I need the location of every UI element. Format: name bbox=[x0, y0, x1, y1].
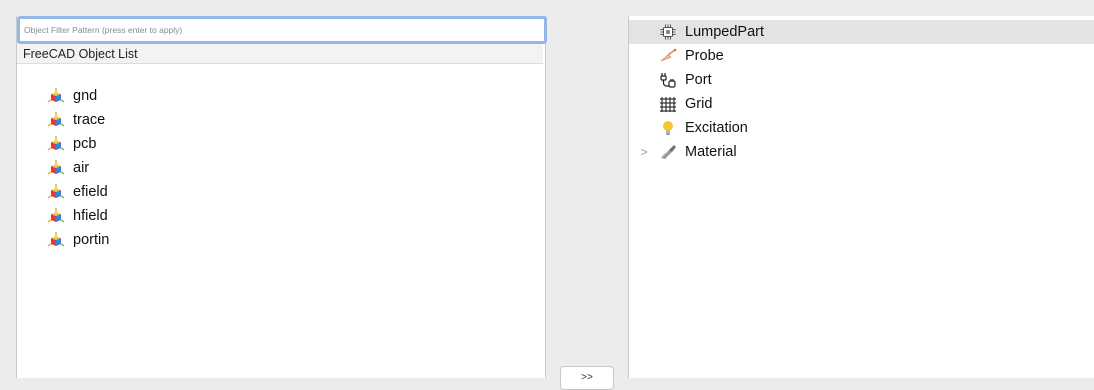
list-item[interactable]: pcb bbox=[17, 132, 543, 156]
list-item-label: portin bbox=[73, 232, 110, 248]
move-right-button[interactable]: >> bbox=[560, 366, 614, 390]
port-icon bbox=[659, 71, 677, 89]
list-item[interactable]: hfield bbox=[17, 204, 543, 228]
tree-item-label: Port bbox=[685, 72, 712, 88]
object-list: gnd trace pcb air efield hfield portin bbox=[17, 84, 543, 252]
tree-item-label: Excitation bbox=[685, 120, 748, 136]
freecad-part-icon bbox=[47, 135, 65, 153]
freecad-part-icon bbox=[47, 207, 65, 225]
tree-item-material[interactable]: > Material bbox=[629, 140, 1094, 164]
tree-item-probe[interactable]: Probe bbox=[629, 44, 1094, 68]
probe-icon bbox=[659, 47, 677, 65]
grid-icon bbox=[659, 95, 677, 113]
freecad-part-icon bbox=[47, 231, 65, 249]
object-list-header: FreeCAD Object List bbox=[17, 44, 543, 64]
tree-item-label: LumpedPart bbox=[685, 24, 764, 40]
list-item-label: efield bbox=[73, 184, 108, 200]
expand-arrow-icon[interactable]: > bbox=[637, 144, 651, 160]
freecad-part-icon bbox=[47, 111, 65, 129]
tree-item-excitation[interactable]: Excitation bbox=[629, 116, 1094, 140]
material-icon bbox=[659, 143, 677, 161]
list-item-label: hfield bbox=[73, 208, 108, 224]
object-filter-input[interactable] bbox=[17, 16, 547, 44]
lightbulb-icon bbox=[659, 119, 677, 137]
tree-item-grid[interactable]: Grid bbox=[629, 92, 1094, 116]
list-item[interactable]: trace bbox=[17, 108, 543, 132]
chip-icon bbox=[659, 23, 677, 41]
settings-tree: LumpedPart Probe Port Grid Excitation > … bbox=[629, 20, 1094, 164]
freecad-part-icon bbox=[47, 87, 65, 105]
freecad-object-list-panel: FreeCAD Object List gnd trace pcb air ef… bbox=[16, 16, 547, 378]
list-item[interactable]: gnd bbox=[17, 84, 543, 108]
list-item-label: pcb bbox=[73, 136, 97, 152]
list-item[interactable]: efield bbox=[17, 180, 543, 204]
tree-item-label: Material bbox=[685, 144, 737, 160]
tree-item-port[interactable]: Port bbox=[629, 68, 1094, 92]
tree-item-label: Probe bbox=[685, 48, 724, 64]
freecad-part-icon bbox=[47, 183, 65, 201]
list-item[interactable]: air bbox=[17, 156, 543, 180]
tree-item-lumpedpart[interactable]: LumpedPart bbox=[629, 20, 1094, 44]
list-item[interactable]: portin bbox=[17, 228, 543, 252]
tree-item-label: Grid bbox=[685, 96, 713, 112]
list-item-label: air bbox=[73, 160, 90, 176]
list-item-label: gnd bbox=[73, 88, 98, 104]
list-item-label: trace bbox=[73, 112, 106, 128]
settings-tree-panel: LumpedPart Probe Port Grid Excitation > … bbox=[628, 16, 1094, 378]
freecad-part-icon bbox=[47, 159, 65, 177]
